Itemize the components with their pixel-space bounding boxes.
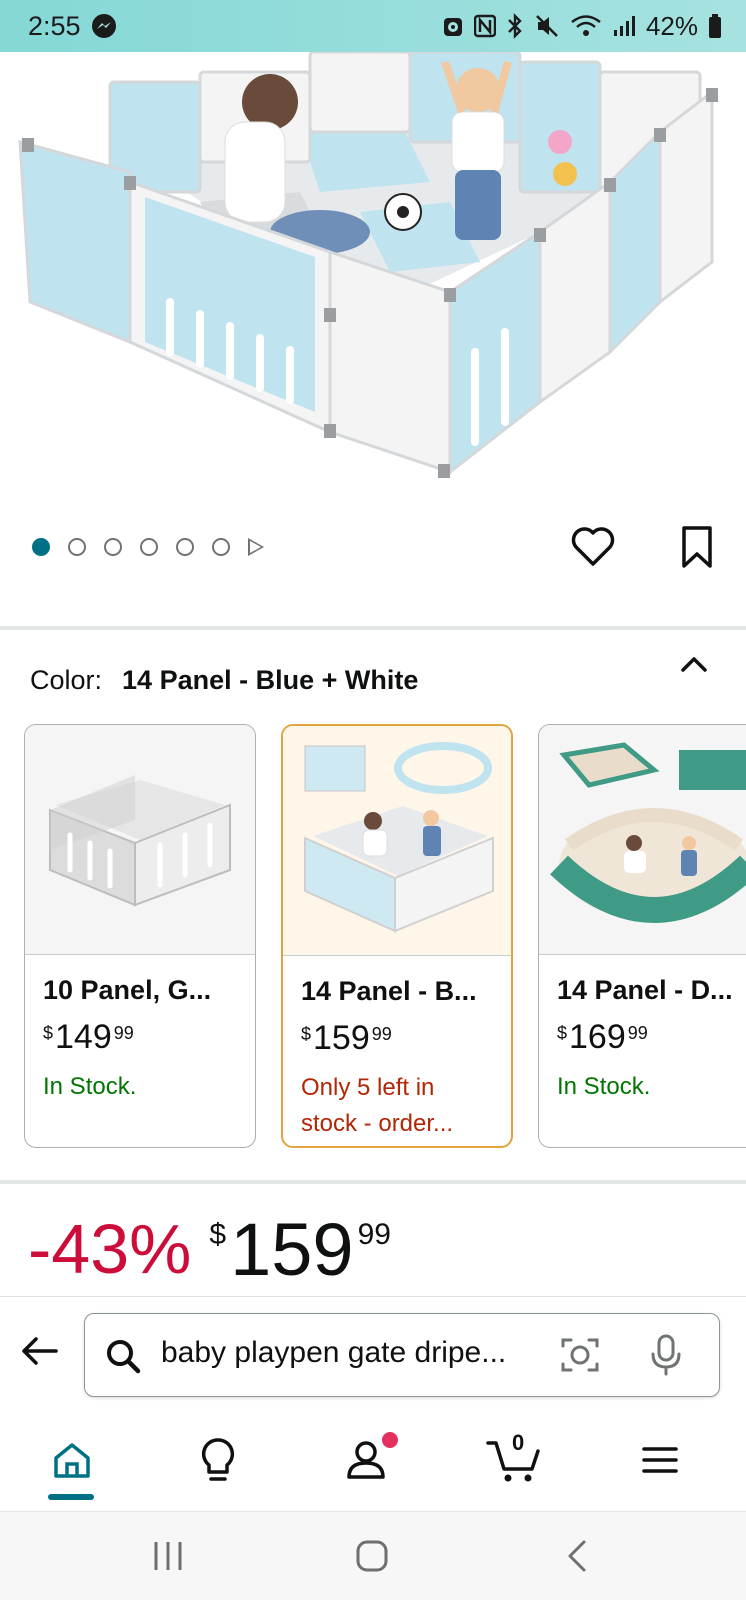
nav-home-button[interactable] (42, 1430, 102, 1490)
price-currency: $ (557, 1023, 568, 1043)
notification-badge-dot (382, 1432, 398, 1448)
variant-stock-status: Only 5 left in stock - order... (301, 1070, 501, 1142)
variant-swatch-list: 10 Panel, G... $ 149 99 In Stock. 14 Pan… (24, 724, 746, 1148)
price-whole: 169 (569, 1018, 626, 1056)
camera-scan-icon[interactable] (559, 1334, 601, 1376)
battery-icon (708, 13, 722, 39)
discount-percent: -43% (28, 1210, 192, 1288)
nav-menu-button[interactable] (630, 1430, 690, 1490)
section-divider (0, 626, 746, 630)
wifi-icon (570, 13, 602, 39)
variant-title: 14 Panel - D... (557, 975, 733, 1005)
price-block: -43% $ 159 99 (28, 1210, 391, 1290)
color-selected-value: 14 Panel - Blue + White (122, 664, 419, 695)
variant-stock-status: In Stock. (43, 1069, 243, 1105)
price-whole: 159 (313, 1019, 370, 1057)
variant-image (283, 726, 511, 956)
carousel-dot-5[interactable] (176, 538, 194, 556)
microphone-icon[interactable] (645, 1332, 687, 1378)
video-play-icon[interactable] (248, 538, 264, 556)
carousel-dot-3[interactable] (104, 538, 122, 556)
battery-percent: 42% (645, 10, 698, 41)
price-currency: $ (301, 1024, 312, 1044)
lightbulb-icon (201, 1438, 235, 1481)
stock-line-1: In Stock. (43, 1073, 137, 1100)
bluetooth-icon (506, 13, 524, 39)
price-fraction: 99 (357, 1218, 391, 1251)
recent-apps-icon[interactable] (146, 1534, 190, 1578)
price-currency: $ (43, 1023, 54, 1043)
color-label: Color: (30, 664, 103, 695)
carousel-dot-6[interactable] (212, 538, 230, 556)
stock-line-1: In Stock. (557, 1073, 651, 1100)
mute-icon (534, 13, 560, 39)
variant-card-10-panel-grey[interactable]: 10 Panel, G... $ 149 99 In Stock. (24, 724, 256, 1148)
price-fraction: 99 (113, 1023, 134, 1043)
variant-title: 14 Panel - B... (301, 976, 477, 1006)
price-whole: 149 (55, 1018, 112, 1056)
wishlist-heart-button[interactable] (568, 522, 618, 572)
price-currency: $ (209, 1218, 227, 1251)
bookmark-icon (682, 526, 712, 568)
heart-icon (571, 527, 615, 566)
back-system-icon[interactable] (556, 1534, 600, 1578)
variant-image (25, 725, 255, 955)
variant-price: $ 149 99 (43, 1019, 134, 1055)
section-divider (0, 1180, 746, 1184)
bottom-nav-bar: 0 (0, 1412, 746, 1512)
carousel-dot-1[interactable] (32, 538, 50, 556)
variant-price: $ 159 99 (301, 1020, 392, 1056)
nfc-icon (473, 14, 496, 38)
variant-stock-status: In Stock. (557, 1069, 746, 1105)
search-icon (103, 1336, 143, 1376)
save-bookmark-button[interactable] (672, 522, 722, 572)
back-arrow-icon[interactable] (18, 1329, 62, 1373)
variant-image (539, 725, 746, 955)
variant-title: 10 Panel, G... (43, 975, 212, 1005)
nav-cart-button[interactable]: 0 (484, 1430, 544, 1490)
variant-price: $ 169 99 (557, 1019, 648, 1055)
system-navigation-bar (0, 1512, 746, 1600)
variant-card-14-panel-dark-green[interactable]: 14 Panel - D... $ 169 99 In Stock. (538, 724, 746, 1148)
search-input[interactable]: baby playpen gate dripe... (84, 1313, 720, 1397)
active-tab-indicator (48, 1494, 94, 1500)
stock-line-2: stock - order... (301, 1110, 454, 1137)
home-icon (54, 1443, 90, 1478)
status-time: 2:55 (28, 10, 81, 41)
nav-inspire-button[interactable] (188, 1430, 248, 1490)
color-selector-header[interactable]: Color: 14 Panel - Blue + White (30, 660, 730, 700)
price-fraction: 99 (371, 1024, 392, 1044)
cart-count: 0 (512, 1430, 525, 1455)
stock-line-1: Only 5 left in (301, 1074, 435, 1101)
search-query-text: baby playpen gate dripe... (161, 1336, 507, 1369)
home-system-icon[interactable] (350, 1534, 394, 1578)
price-fraction: 99 (627, 1023, 648, 1043)
price-whole: 159 (230, 1208, 354, 1291)
messenger-icon (91, 13, 117, 39)
carousel-dots (32, 538, 264, 556)
carousel-dot-2[interactable] (68, 538, 86, 556)
status-bar: 2:55 42% (0, 0, 746, 52)
account-icon (347, 1441, 385, 1479)
product-image[interactable] (0, 52, 746, 500)
variant-card-14-panel-blue-white[interactable]: 14 Panel - B... $ 159 99 Only 5 left in … (281, 724, 513, 1148)
image-carousel-controls (0, 508, 746, 588)
alarm-icon (442, 14, 464, 38)
search-bar-area: baby playpen gate dripe... (0, 1296, 746, 1412)
signal-icon (612, 14, 636, 38)
carousel-dot-4[interactable] (140, 538, 158, 556)
menu-icon (642, 1447, 678, 1473)
collapse-chevron-up-icon[interactable] (676, 646, 712, 682)
